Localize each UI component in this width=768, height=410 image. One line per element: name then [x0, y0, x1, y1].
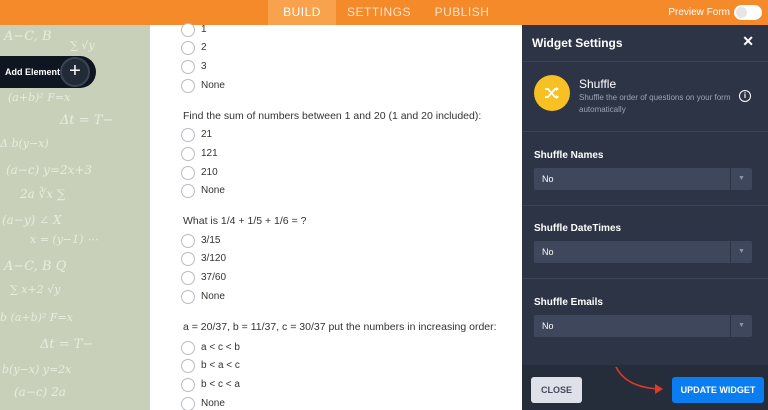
radio-button[interactable]: [181, 60, 195, 74]
radio-button[interactable]: [181, 147, 195, 161]
option-label: None: [201, 80, 225, 91]
chalk-decoration: A−C, B Q: [4, 259, 67, 274]
panel-title: Widget Settings: [532, 36, 623, 50]
radio-button[interactable]: [181, 341, 195, 355]
add-element-label: Add Element: [5, 67, 61, 77]
chalk-decoration: (a−c) 2a: [14, 385, 66, 399]
chalk-decoration: Δt = T−: [40, 337, 94, 352]
option-label: 2: [201, 42, 207, 53]
preview-form-label: Preview Form: [668, 7, 730, 18]
tab-publish[interactable]: PUBLISH: [425, 0, 499, 25]
close-button[interactable]: CLOSE: [531, 377, 582, 403]
shuffle-emails-select[interactable]: No ▼: [534, 315, 752, 337]
question-title[interactable]: a = 20/37, b = 11/37, c = 30/37 put the …: [183, 321, 497, 333]
form-canvas: 1 2 3 None Find the sum of numbers betwe…: [150, 23, 522, 410]
divider: [522, 205, 768, 206]
chevron-down-icon: ▼: [730, 241, 752, 263]
update-widget-button[interactable]: UPDATE WIDGET: [672, 377, 764, 403]
shuffle-names-select[interactable]: No ▼: [534, 168, 752, 190]
arrow-annotation-icon: [615, 366, 663, 394]
tab-build[interactable]: BUILD: [268, 0, 336, 25]
option-label: 37/60: [201, 272, 227, 283]
option-label: 21: [201, 129, 213, 140]
chalk-decoration: x = (y−1) ⋯: [30, 233, 98, 246]
option-label: None: [201, 398, 225, 409]
radio-button[interactable]: [181, 397, 195, 410]
divider: [522, 61, 768, 62]
chalk-decoration: ∑ x+2 √y: [10, 283, 61, 296]
chalk-decoration: b(y−x) y=2x: [2, 363, 72, 376]
tab-settings[interactable]: SETTINGS: [340, 0, 418, 25]
radio-button[interactable]: [181, 41, 195, 55]
chalk-decoration: Δ b(y−x): [0, 137, 49, 150]
close-icon[interactable]: ✕: [742, 33, 754, 50]
shuffle-icon: [534, 75, 570, 111]
option-label: b < a < c: [201, 360, 240, 371]
shuffle-datetimes-select[interactable]: No ▼: [534, 241, 752, 263]
plus-icon[interactable]: +: [60, 57, 90, 87]
question-title[interactable]: What is 1/4 + 1/5 + 1/6 = ?: [183, 215, 306, 227]
radio-button[interactable]: [181, 252, 195, 266]
radio-button[interactable]: [181, 359, 195, 373]
option-label: 121: [201, 148, 218, 159]
chevron-down-icon: ▼: [730, 168, 752, 190]
widget-name: Shuffle: [579, 77, 617, 91]
option-label: a < c < b: [201, 342, 240, 353]
option-label: None: [201, 185, 225, 196]
info-icon[interactable]: i: [739, 90, 751, 102]
chalk-decoration: (a+b)² F=x: [8, 91, 71, 104]
chalk-decoration: (a−y) ∠ X: [2, 213, 62, 227]
radio-button[interactable]: [181, 128, 195, 142]
option-label: 1: [201, 24, 207, 35]
shuffle-emails-label: Shuffle Emails: [534, 297, 603, 308]
shuffle-names-label: Shuffle Names: [534, 150, 604, 161]
chalk-decoration: Δt = T−: [60, 113, 114, 128]
option-label: 210: [201, 167, 218, 178]
widget-description: Shuffle the order of questions on your f…: [579, 93, 731, 114]
chalk-decoration: (a−c) y=2x+3: [6, 163, 93, 177]
select-value: No: [542, 321, 554, 331]
radio-button[interactable]: [181, 271, 195, 285]
preview-form-toggle[interactable]: [734, 5, 762, 20]
radio-button[interactable]: [181, 79, 195, 93]
chalk-decoration: ∑ √y: [70, 39, 95, 52]
option-label: 3: [201, 61, 207, 72]
shuffle-glyph: [545, 87, 559, 99]
select-value: No: [542, 247, 554, 257]
divider: [522, 131, 768, 132]
option-label: b < c < a: [201, 379, 240, 390]
chalk-decoration: 2a ∛x ∑: [20, 187, 66, 201]
chalk-decoration: A−C, B: [4, 29, 52, 44]
option-label: None: [201, 291, 225, 302]
radio-button[interactable]: [181, 290, 195, 304]
option-label: 3/15: [201, 235, 221, 246]
option-label: 3/120: [201, 253, 227, 264]
widget-settings-panel: Widget Settings ✕ Shuffle Shuffle the or…: [522, 25, 768, 410]
add-element-button[interactable]: Add Element +: [0, 56, 96, 88]
shuffle-datetimes-label: Shuffle DateTimes: [534, 223, 622, 234]
select-value: No: [542, 174, 554, 184]
radio-button[interactable]: [181, 184, 195, 198]
radio-button[interactable]: [181, 234, 195, 248]
panel-footer: CLOSE UPDATE WIDGET: [522, 365, 768, 410]
chevron-down-icon: ▼: [730, 315, 752, 337]
question-title[interactable]: Find the sum of numbers between 1 and 20…: [183, 110, 481, 122]
radio-button[interactable]: [181, 166, 195, 180]
toggle-knob: [736, 7, 747, 18]
chalk-decoration: b (a+b)² F=x: [0, 311, 73, 324]
radio-button[interactable]: [181, 378, 195, 392]
divider: [522, 278, 768, 279]
radio-button[interactable]: [181, 23, 195, 37]
top-bar: BUILD SETTINGS PUBLISH Preview Form: [0, 0, 768, 25]
